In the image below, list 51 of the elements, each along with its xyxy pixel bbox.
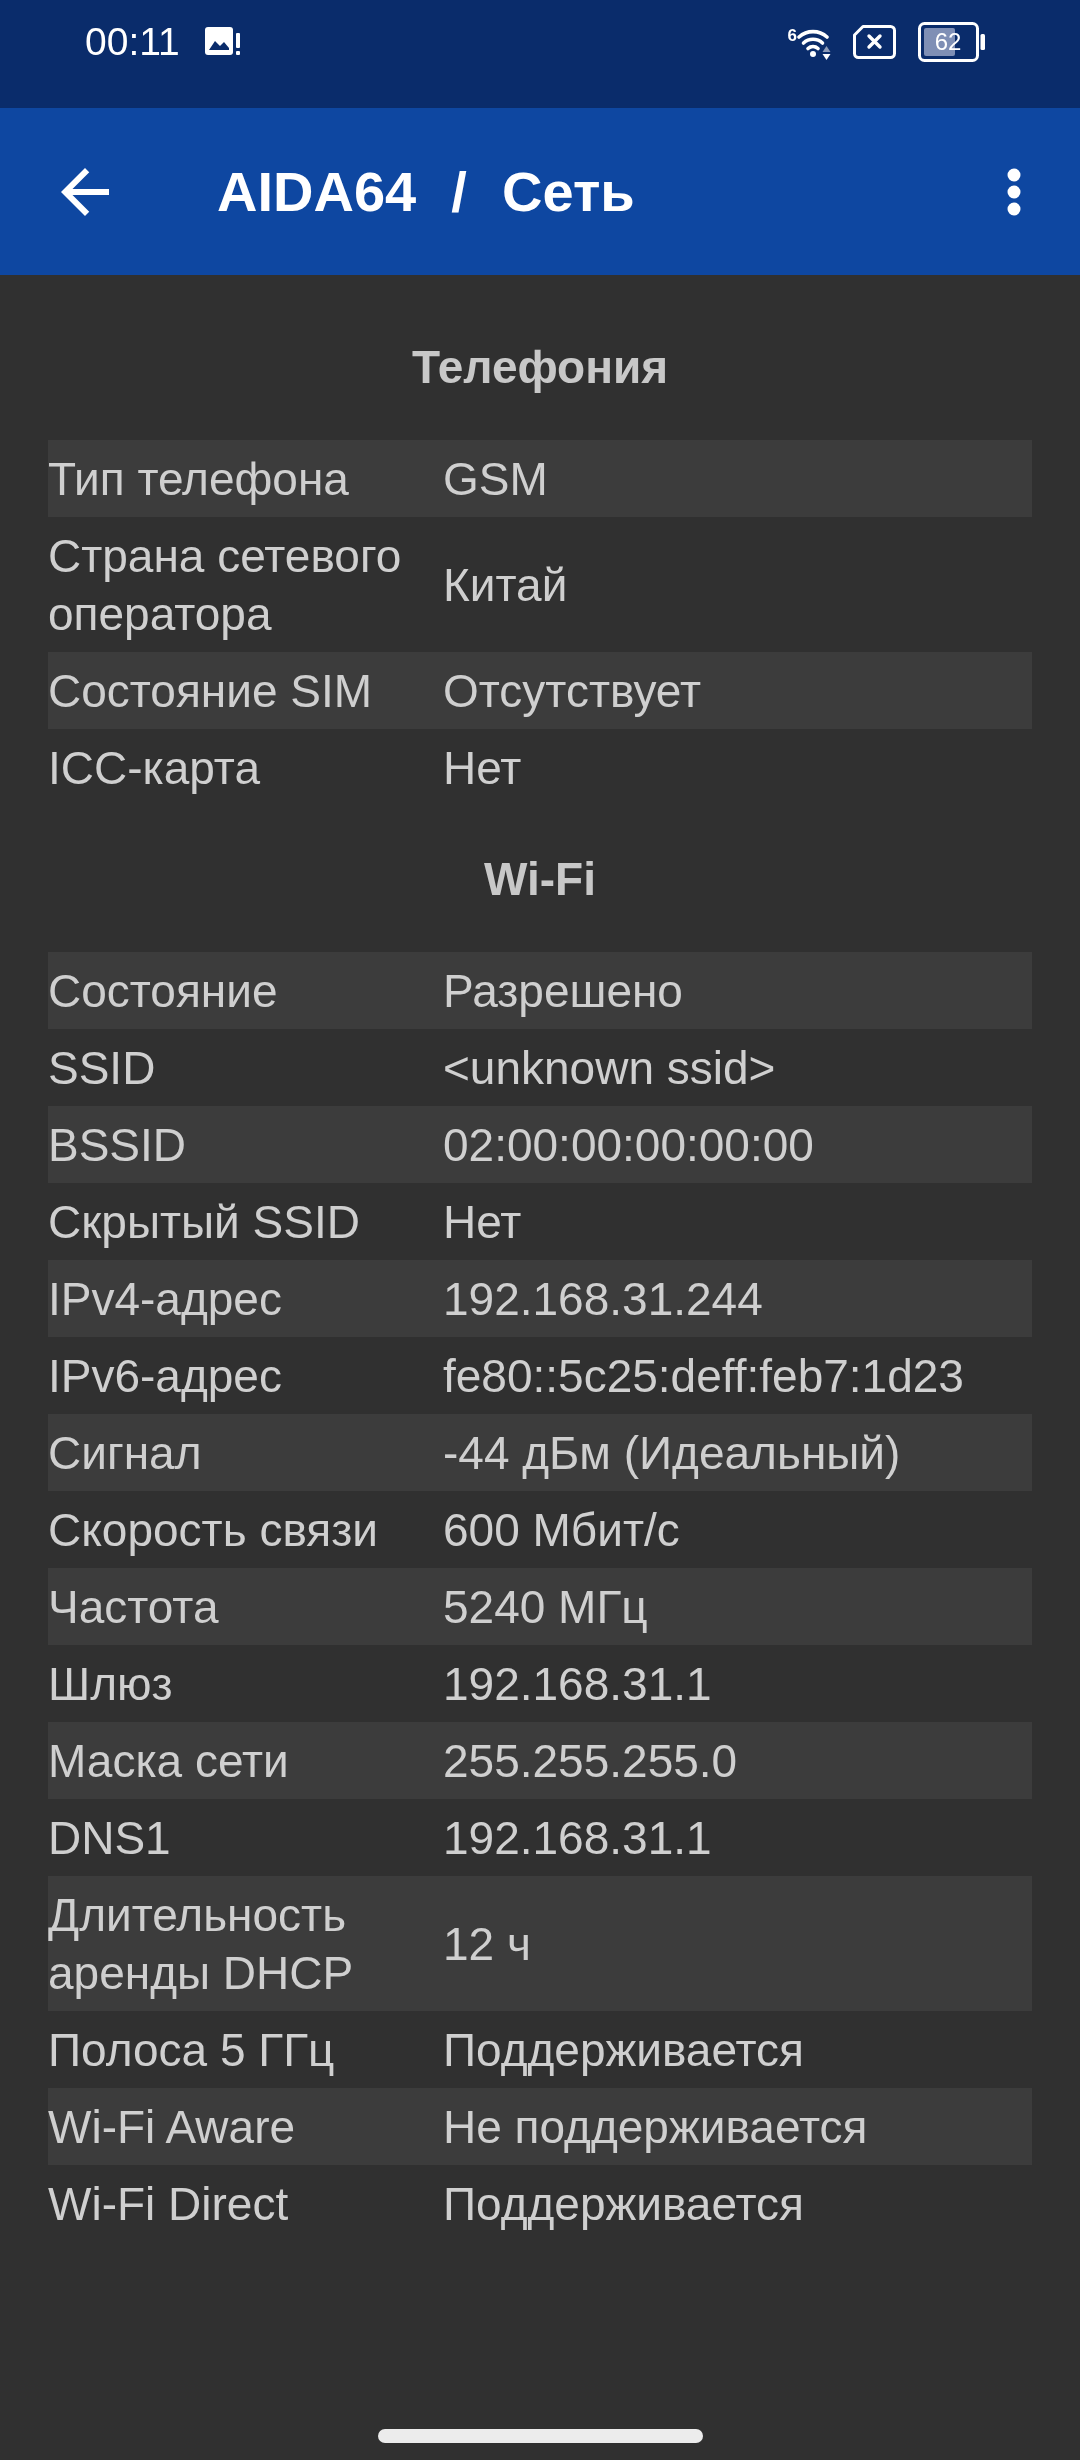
property-label: Скрытый SSID [48, 1194, 360, 1250]
property-value: Разрешено [443, 963, 683, 1019]
property-value: Поддерживается [443, 2022, 804, 2078]
app-title: AIDA64 / Сеть [217, 158, 635, 225]
property-value: 255.255.255.0 [443, 1733, 738, 1789]
property-label: Wi-Fi Direct [48, 2176, 289, 2232]
property-label: Частота [48, 1579, 219, 1635]
property-label: Маска сети [48, 1733, 289, 1789]
property-value: 5240 МГц [443, 1579, 648, 1635]
more-options-button[interactable] [1007, 167, 1021, 216]
property-value: Нет [443, 1194, 522, 1250]
property-label: Wi-Fi Aware [48, 2099, 296, 2155]
property-label: IPv6-адрес [48, 1348, 282, 1404]
back-arrow-icon [61, 167, 109, 216]
section-heading: Wi-Fi [484, 852, 596, 907]
property-label: SSID [48, 1040, 156, 1096]
property-label: Длительность аренды DHCP [48, 1887, 355, 2001]
property-value: 192.168.31.244 [443, 1271, 763, 1327]
property-label: Страна сетевого оператора [48, 528, 403, 642]
status-time: 00:11 [85, 22, 180, 61]
property-label: IPv4-адрес [48, 1271, 282, 1327]
property-value: Китай [443, 557, 568, 613]
image-alert-icon [204, 27, 241, 56]
property-label: BSSID [48, 1117, 187, 1173]
property-value: -44 дБм (Идеальный) [443, 1425, 901, 1481]
property-label: Состояние [48, 963, 278, 1019]
property-value: 192.168.31.1 [443, 1810, 712, 1866]
vertical-dots-icon [1007, 167, 1021, 216]
property-value: 600 Мбит/с [443, 1502, 680, 1558]
property-label: DNS1 [48, 1810, 171, 1866]
property-value: fe80::5c25:deff:feb7:1d23 [443, 1348, 964, 1404]
sim-card-cross-icon [853, 25, 896, 59]
property-value: GSM [443, 451, 548, 507]
wifi-generation-label: 6 [787, 27, 797, 44]
property-value: Отсутствует [443, 663, 701, 719]
property-label: Состояние SIM [48, 663, 373, 719]
property-label: Шлюз [48, 1656, 173, 1712]
property-label: ICC-карта [48, 740, 260, 796]
property-value: 192.168.31.1 [443, 1656, 712, 1712]
property-label: Полоса 5 ГГц [48, 2022, 335, 2078]
property-value: 02:00:00:00:00:00 [443, 1117, 814, 1173]
property-label: Тип телефона [48, 451, 349, 507]
property-value: Не поддерживается [443, 2099, 868, 2155]
property-value: Нет [443, 740, 522, 796]
property-label: Скорость связи [48, 1502, 379, 1558]
back-button[interactable] [61, 167, 109, 216]
property-value: 12 ч [443, 1916, 531, 1972]
section-heading: Телефония [411, 340, 669, 395]
property-value: <unknown ssid> [443, 1040, 776, 1096]
property-value: Поддерживается [443, 2176, 804, 2232]
property-label: Сигнал [48, 1425, 202, 1481]
